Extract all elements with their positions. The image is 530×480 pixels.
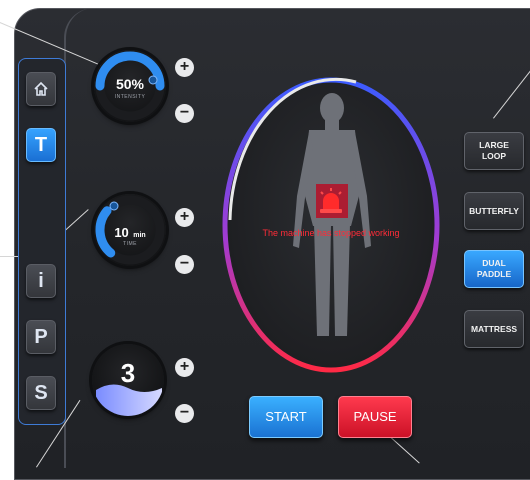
sidebar-item-info[interactable]: i (26, 264, 56, 298)
time-unit: min (133, 232, 146, 239)
mode-label: BUTTERFLY (469, 205, 519, 216)
home-icon (33, 80, 49, 102)
time-caption: TIME (123, 241, 137, 247)
sidebar (18, 58, 66, 425)
alarm-icon (317, 186, 345, 214)
time-increase-button[interactable]: + (175, 208, 194, 227)
sidebar-item-t[interactable]: T (26, 128, 56, 162)
mode-large-loop-button[interactable]: LARGE LOOP (464, 132, 524, 170)
mode-dual-paddle-button[interactable]: DUAL PADDLE (464, 250, 524, 288)
human-body-figure (293, 93, 371, 336)
mode-butterfly-button[interactable]: BUTTERFLY (464, 192, 524, 230)
time-value: 10 (114, 225, 129, 240)
time-dial[interactable]: 10 min TIME (94, 194, 166, 266)
mode-label: LARGE LOOP (479, 140, 509, 161)
level-increase-button[interactable]: + (175, 358, 194, 377)
home-button[interactable] (26, 72, 56, 106)
pause-button[interactable]: PAUSE (338, 396, 412, 438)
start-button[interactable]: START (249, 396, 323, 438)
mode-label: MATTRESS (470, 323, 518, 334)
level-decrease-button[interactable]: − (175, 404, 194, 423)
level-dial[interactable]: 3 (92, 344, 164, 416)
intensity-caption: INTENSITY (114, 94, 146, 100)
time-decrease-button[interactable]: − (175, 255, 194, 274)
time-readout: 10 min (94, 224, 166, 242)
mode-label: DUAL PADDLE (476, 258, 512, 279)
level-value: 3 (120, 358, 136, 388)
intensity-decrease-button[interactable]: − (175, 104, 194, 123)
sidebar-item-s[interactable]: S (26, 376, 56, 410)
intensity-dial[interactable]: 50% INTENSITY (94, 50, 166, 122)
status-message: The machine has stopped working (262, 228, 400, 238)
mode-mattress-button[interactable]: MATTRESS (464, 310, 524, 348)
intensity-increase-button[interactable]: + (175, 58, 194, 77)
sidebar-item-p[interactable]: P (26, 320, 56, 354)
intensity-value: 50% (115, 76, 145, 92)
